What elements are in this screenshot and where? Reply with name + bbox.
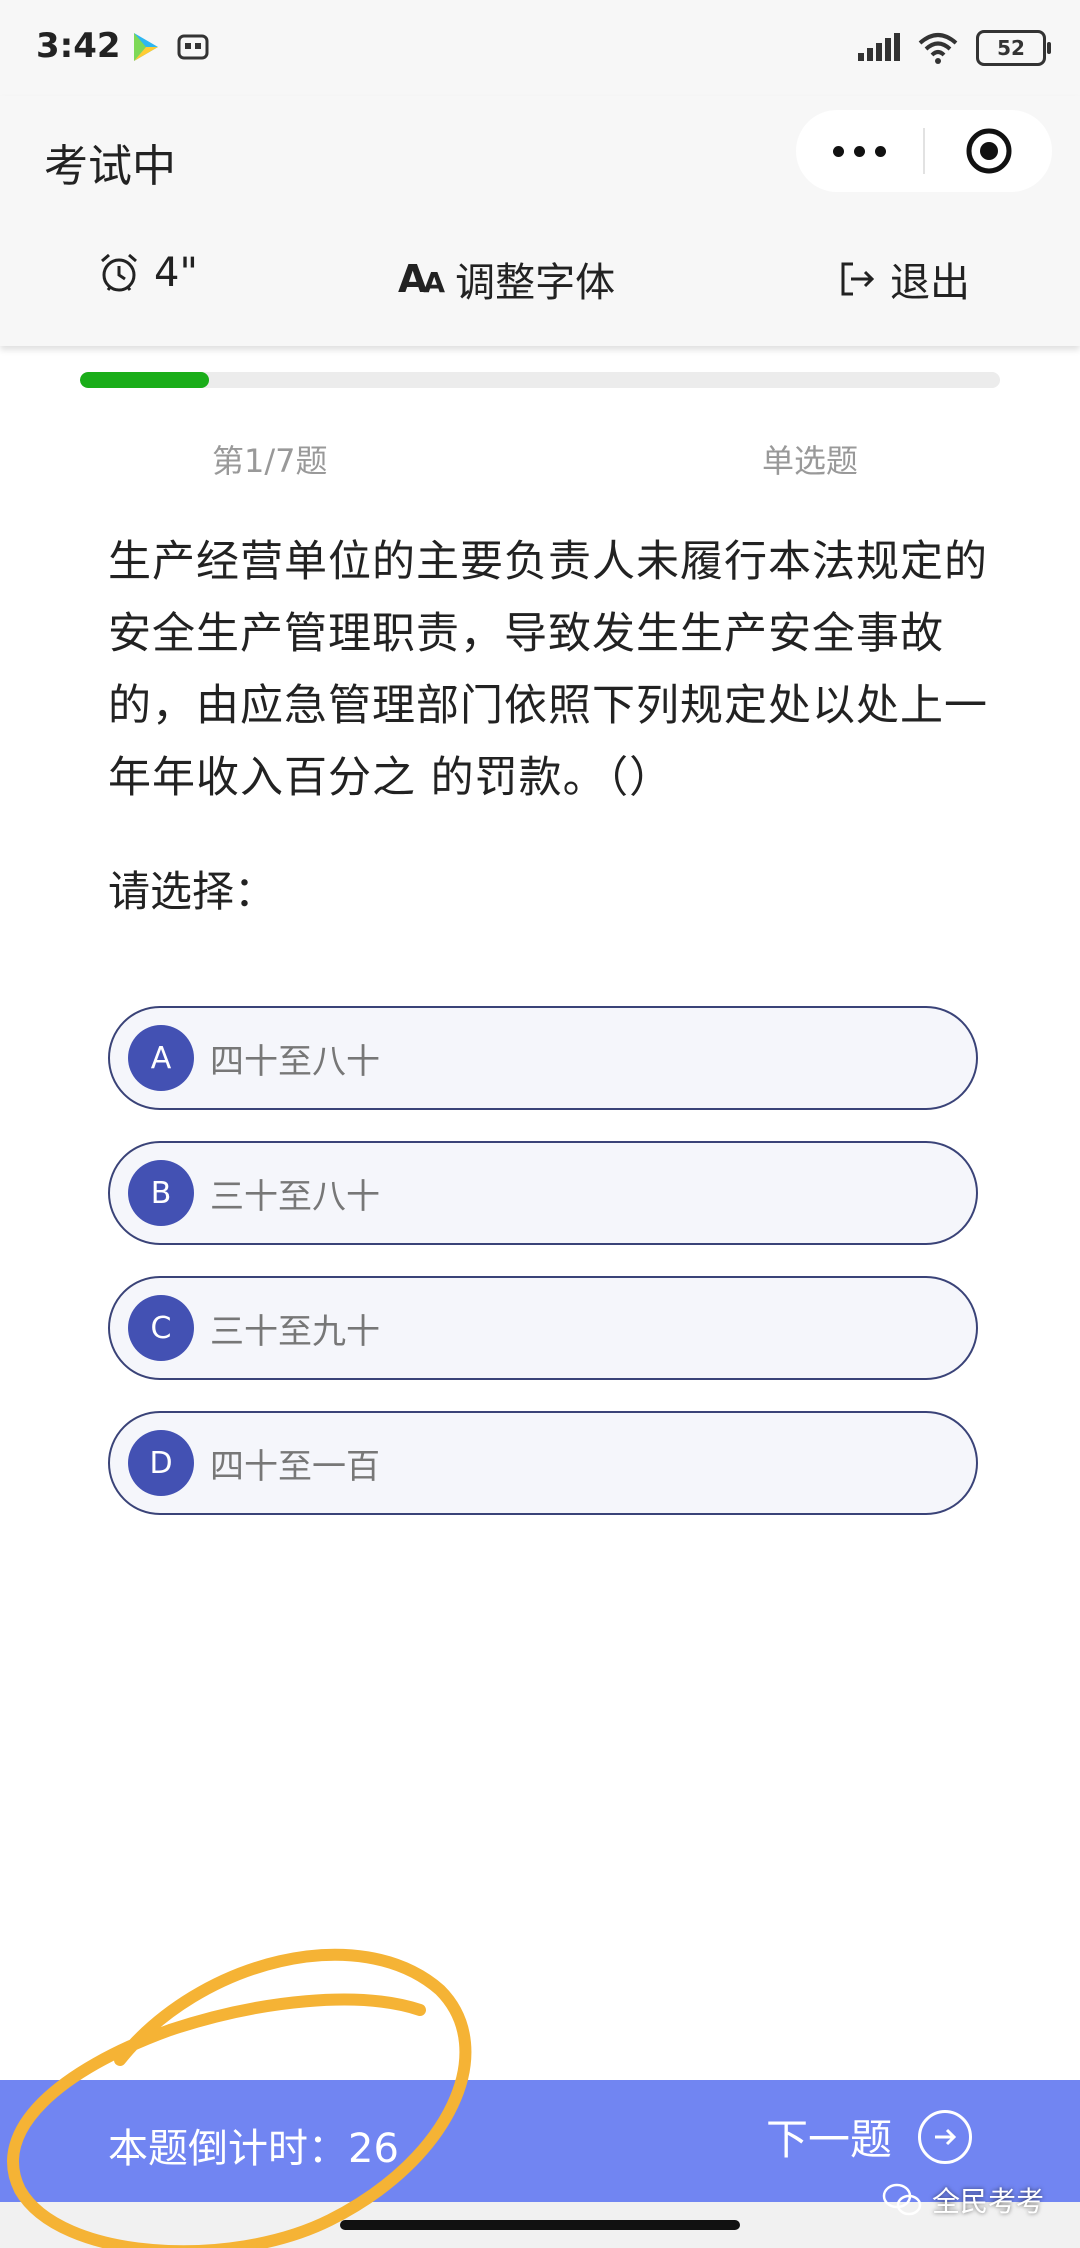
option-text: 三十至九十 [210, 1311, 380, 1352]
option-letter: C [128, 1295, 194, 1361]
dot-icon [854, 145, 865, 157]
dot-icon [875, 145, 886, 157]
font-label: 调整字体 [455, 260, 616, 306]
status-bar: 3:42 52 [0, 0, 1080, 96]
home-indicator[interactable] [340, 2220, 740, 2230]
page-title: 考试中 [44, 141, 176, 192]
battery-icon: 52 [976, 30, 1051, 66]
video-app-icon [134, 33, 158, 61]
option-text: 三十至八十 [210, 1176, 380, 1217]
progress-fill [80, 372, 209, 388]
question-index: 第1/7题 [212, 442, 328, 480]
option-letter: A [128, 1025, 194, 1091]
miniprogram-capsule [796, 110, 1052, 192]
question-text: 生产经营单位的主要负责人未履行本法规定的安全生产管理职责，导致发生生产安全事故的… [108, 537, 988, 803]
exit-icon [841, 262, 875, 296]
font-size-icon: AA [398, 257, 445, 301]
next-label: 下一题 [765, 2115, 892, 2164]
option-letter: D [128, 1430, 194, 1496]
arrow-right-icon [918, 2109, 972, 2164]
exit-label: 退出 [890, 260, 970, 306]
target-icon [966, 128, 1011, 174]
wifi-icon [918, 33, 958, 64]
exit-button[interactable]: 退出 [838, 250, 970, 308]
dot-icon [833, 145, 844, 157]
status-indicators: 52 [856, 28, 1051, 68]
option-letter: B [128, 1160, 194, 1226]
more-menu-button[interactable] [796, 110, 923, 192]
option-a[interactable]: A 四十至八十 [108, 1006, 978, 1110]
choose-prompt: 请选择： [108, 867, 277, 916]
adjust-font-button[interactable]: AA 调整字体 [398, 250, 615, 308]
option-text: 四十至八十 [210, 1041, 380, 1082]
watermark-text: 全民考考 [931, 2185, 1044, 2218]
question-type: 单选题 [762, 442, 859, 480]
exam-toolbar: 4" AA 调整字体 退出 [0, 236, 1080, 316]
progress-bar [80, 372, 1000, 388]
options-list: A 四十至八十 B 三十至八十 C 三十至九十 D 四十至一百 [108, 1006, 978, 1546]
app-notification-icon [177, 34, 209, 60]
option-text: 四十至一百 [210, 1446, 380, 1487]
elapsed-timer: 4" [98, 250, 198, 296]
alarm-clock-icon [101, 253, 137, 292]
close-miniprogram-button[interactable] [925, 110, 1052, 192]
option-c[interactable]: C 三十至九十 [108, 1276, 978, 1380]
watermark: 全民考考 [882, 2180, 1044, 2220]
status-time: 3:42 [36, 26, 121, 66]
signal-icon [858, 33, 900, 61]
wechat-icon [882, 2183, 922, 2216]
question-countdown: 本题倒计时：26 [108, 2126, 399, 2172]
exam-header: 考试中 4" AA 调整字体 退出 [0, 96, 1080, 346]
next-question-button[interactable]: 下一题 [766, 2106, 972, 2167]
option-d[interactable]: D 四十至一百 [108, 1411, 978, 1515]
timer-label: 4" [154, 250, 198, 296]
option-b[interactable]: B 三十至八十 [108, 1141, 978, 1245]
